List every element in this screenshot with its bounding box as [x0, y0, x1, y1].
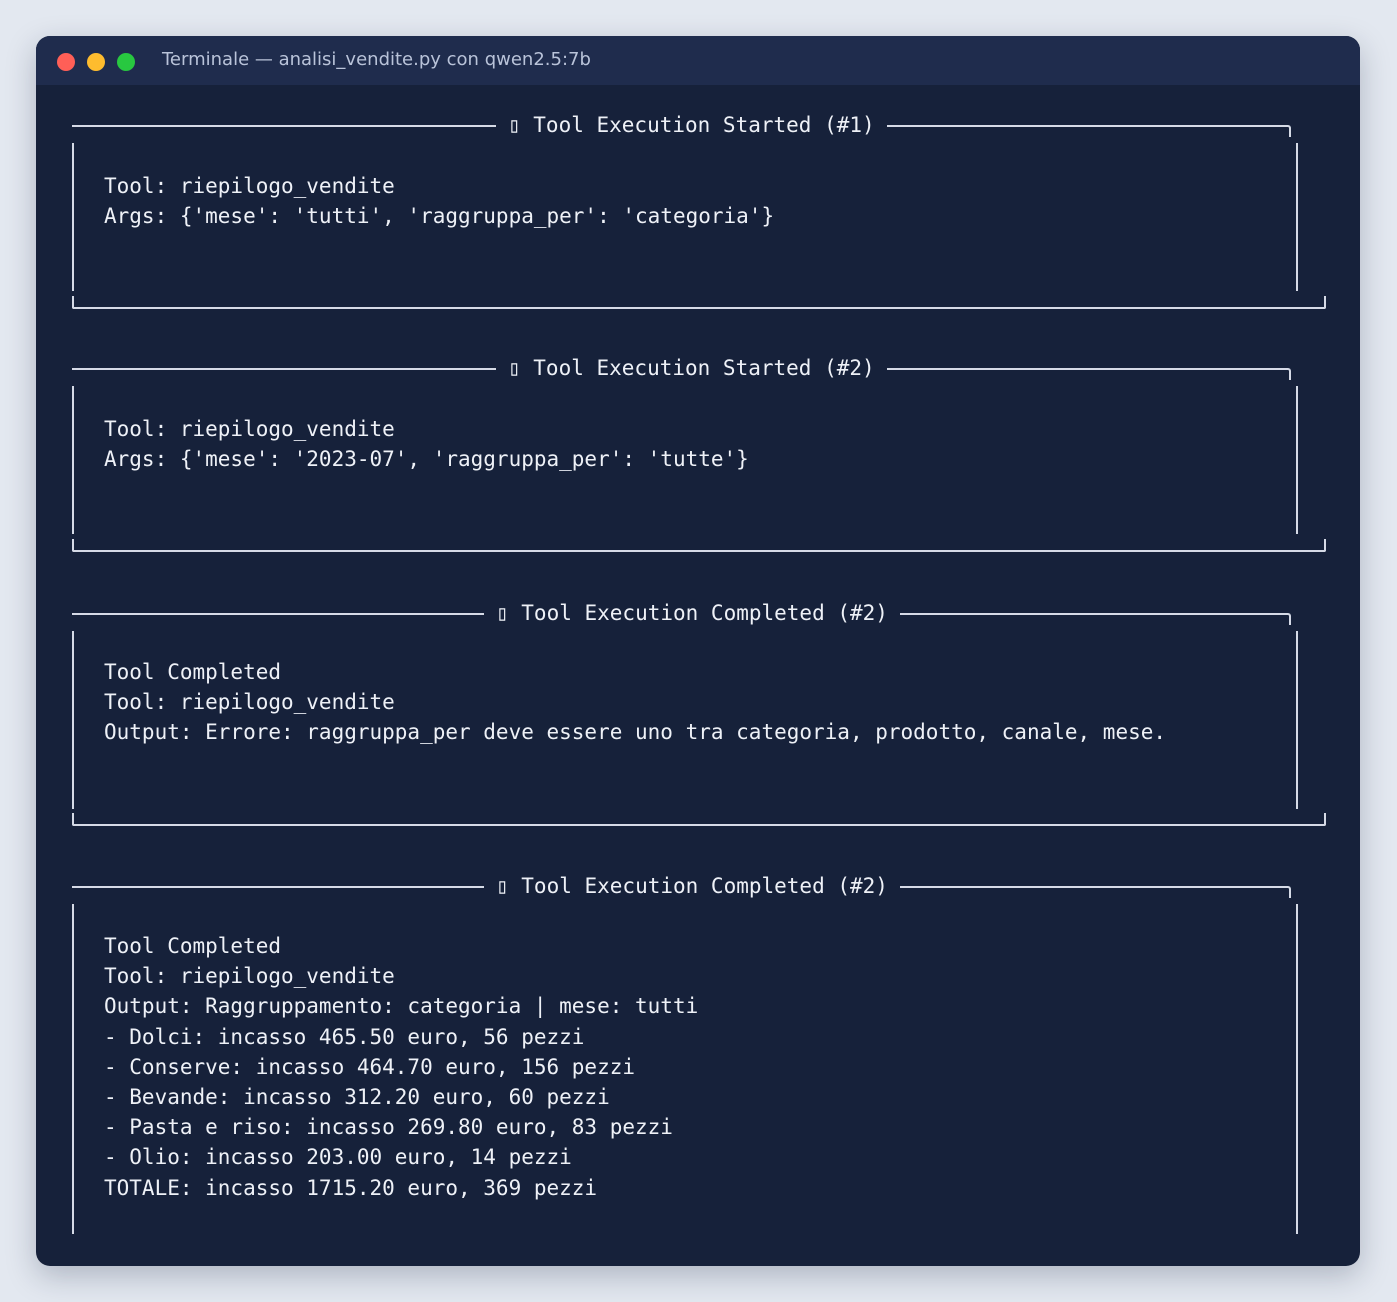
panel-line: - Conserve: incasso 464.70 euro, 156 pez… [104, 1054, 636, 1079]
panel-line: TOTALE: incasso 1715.20 euro, 369 pezzi [104, 1175, 598, 1200]
panel-line: Args: {'mese': '2023-07', 'raggruppa_per… [104, 447, 749, 472]
panel-line: - Olio: incasso 203.00 euro, 14 pezzi [104, 1145, 572, 1170]
panel-title: ▯ Tool Execution Started (#1) [496, 111, 887, 139]
title-bar: Terminale — analisi_vendite.py con qwen2… [36, 36, 1360, 85]
panel-line: Args: {'mese': 'tutti', 'raggruppa_per':… [104, 204, 775, 229]
maximize-window-button[interactable] [117, 53, 135, 71]
terminal-window: Terminale — analisi_vendite.py con qwen2… [36, 36, 1360, 1266]
panel-line: - Pasta e riso: incasso 269.80 euro, 83 … [104, 1115, 673, 1140]
panel-line: Tool Completed [104, 934, 282, 958]
panel-line: - Dolci: incasso 465.50 euro, 56 pezzi [104, 1024, 585, 1049]
panel-line: Output: Errore: raggruppa_per deve esser… [104, 720, 1167, 745]
panel-line: Tool: riepilogo_vendite [104, 690, 395, 715]
panel-border-bottom [72, 539, 1326, 552]
panel-line: - Bevande: incasso 312.20 euro, 60 pezzi [104, 1084, 610, 1109]
panel-line: Tool: riepilogo_vendite [104, 417, 395, 441]
minimize-window-button[interactable] [87, 53, 105, 71]
tool-panel-3: ▯ Tool Execution Completed (#2) Tool Com… [72, 599, 1326, 829]
panel-title: ▯ Tool Execution Completed (#2) [484, 599, 900, 627]
close-window-button[interactable] [57, 53, 75, 71]
panel-line: Tool: riepilogo_vendite [104, 964, 395, 989]
window-title: Terminale — analisi_vendite.py con qwen2… [162, 49, 591, 70]
tool-panel-2: ▯ Tool Execution Started (#2) Tool: riep… [72, 354, 1326, 554]
panel-line: Tool: riepilogo_vendite [104, 174, 395, 198]
tool-panel-1: ▯ Tool Execution Started (#1) Tool: riep… [72, 111, 1326, 311]
panel-border-bottom [72, 813, 1326, 826]
panel-line: Tool Completed [104, 660, 282, 684]
tool-panel-4: ▯ Tool Execution Completed (#2) Tool Com… [72, 872, 1326, 1266]
panel-border-bottom [72, 296, 1326, 309]
panel-title: ▯ Tool Execution Started (#2) [496, 354, 887, 382]
panel-title: ▯ Tool Execution Completed (#2) [484, 872, 900, 900]
panel-line: Output: Raggruppamento: categoria | mese… [104, 994, 699, 1019]
